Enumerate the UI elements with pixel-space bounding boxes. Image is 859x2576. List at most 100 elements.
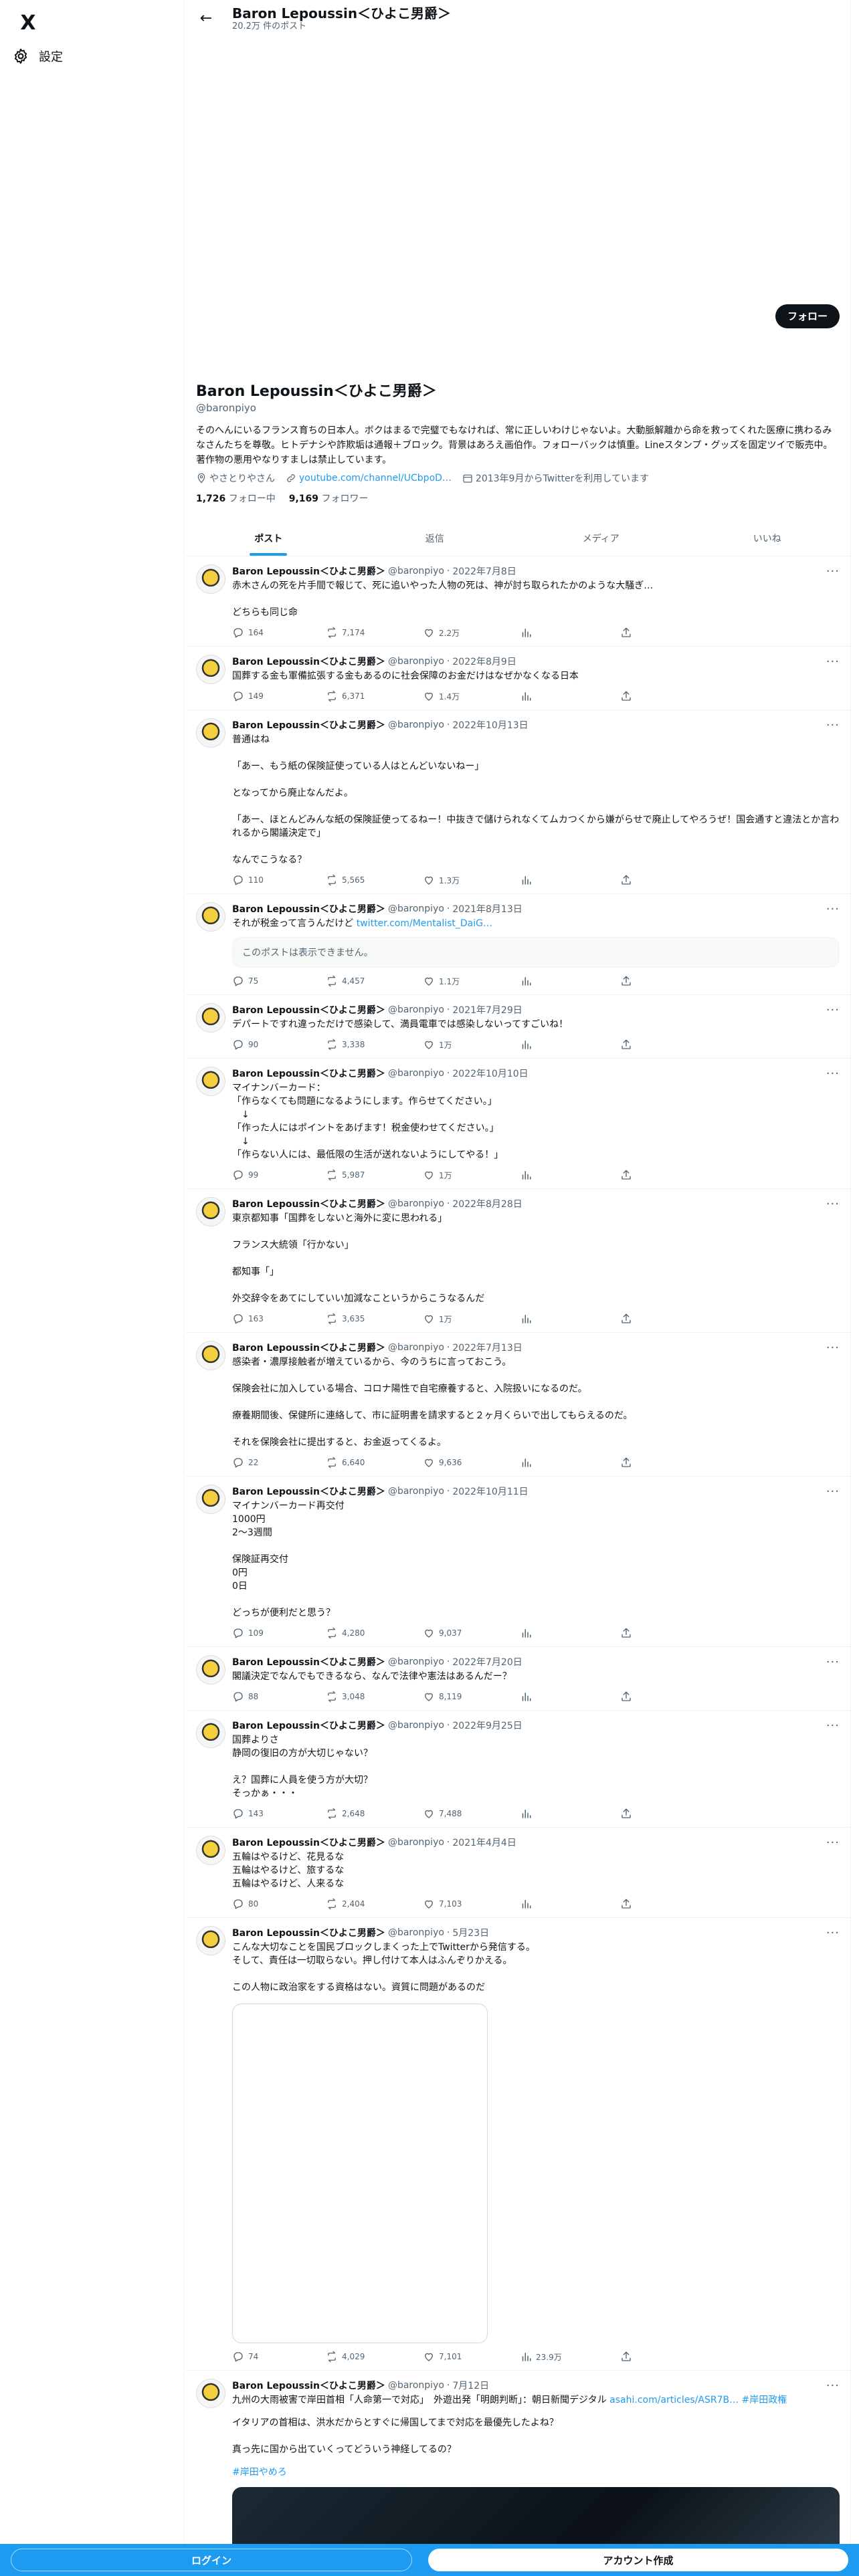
reply-button[interactable]: 110 — [232, 874, 326, 886]
hashtag[interactable]: #岸田やめろ — [232, 2466, 840, 2479]
reply-button[interactable]: 88 — [232, 1691, 326, 1703]
login-button[interactable]: ログイン — [11, 2549, 412, 2571]
reply-button[interactable]: 149 — [232, 690, 326, 702]
reply-button[interactable]: 164 — [232, 627, 326, 639]
views-button[interactable]: 23.9万 — [520, 2351, 620, 2363]
like-button[interactable]: 7,103 — [423, 1898, 520, 1910]
retweet-button[interactable]: 5,987 — [326, 1169, 423, 1181]
tweet-date[interactable]: 2022年7月13日 — [452, 1341, 522, 1354]
more-options-icon[interactable]: ··· — [826, 1719, 840, 1733]
tab-posts[interactable]: ポスト — [185, 521, 352, 556]
share-button[interactable] — [620, 1691, 632, 1703]
tweet-date[interactable]: 2022年9月25日 — [452, 1719, 522, 1732]
tweet[interactable]: ··· Baron Lepoussin＜ひよこ男爵＞ @baronpiyo · 2022… — [185, 556, 850, 647]
tweet-author-handle[interactable]: @baronpiyo — [388, 2380, 444, 2391]
share-button[interactable] — [620, 874, 632, 886]
hashtag[interactable]: #岸田政権 — [739, 2395, 787, 2405]
share-button[interactable] — [620, 1313, 632, 1325]
tweet-author-handle[interactable]: @baronpiyo — [388, 903, 444, 914]
tweet-date[interactable]: 2022年7月8日 — [452, 564, 516, 578]
tweet-date[interactable]: 2022年7月20日 — [452, 1655, 522, 1669]
share-button[interactable] — [620, 975, 632, 987]
views-button[interactable] — [520, 975, 620, 987]
reply-button[interactable]: 22 — [232, 1457, 326, 1469]
follow-button[interactable]: フォロー — [775, 304, 840, 328]
retweet-button[interactable]: 4,280 — [326, 1627, 423, 1639]
tweet-author-name[interactable]: Baron Lepoussin＜ひよこ男爵＞ — [232, 1719, 385, 1732]
tweet-author-name[interactable]: Baron Lepoussin＜ひよこ男爵＞ — [232, 1067, 385, 1080]
more-options-icon[interactable]: ··· — [826, 1926, 840, 1940]
reply-button[interactable]: 75 — [232, 975, 326, 987]
more-options-icon[interactable]: ··· — [826, 718, 840, 732]
tweet-date[interactable]: 2021年8月13日 — [452, 902, 522, 916]
tweet-author-handle[interactable]: @baronpiyo — [388, 1068, 444, 1079]
tweet[interactable]: ··· Baron Lepoussin＜ひよこ男爵＞ @baronpiyo · 2022… — [185, 1477, 850, 1647]
avatar[interactable] — [196, 564, 225, 594]
tweet-author-name[interactable]: Baron Lepoussin＜ひよこ男爵＞ — [232, 564, 385, 578]
retweet-button[interactable]: 3,635 — [326, 1313, 423, 1325]
tweet-link[interactable]: twitter.com/Mentalist_DaiG… — [357, 918, 492, 929]
tweet-media[interactable] — [232, 2004, 488, 2343]
tweet[interactable]: ··· Baron Lepoussin＜ひよこ男爵＞ @baronpiyo · 2021… — [185, 995, 850, 1059]
tweet-date[interactable]: 2022年10月13日 — [452, 718, 528, 732]
tweet-author-name[interactable]: Baron Lepoussin＜ひよこ男爵＞ — [232, 2379, 385, 2392]
views-button[interactable] — [520, 1808, 620, 1820]
tweet-date[interactable]: 2022年8月9日 — [452, 655, 516, 668]
views-button[interactable] — [520, 1691, 620, 1703]
share-button[interactable] — [620, 2351, 632, 2363]
tweet-author-handle[interactable]: @baronpiyo — [388, 720, 444, 730]
views-button[interactable] — [520, 874, 620, 886]
more-options-icon[interactable]: ··· — [826, 1067, 840, 1081]
more-options-icon[interactable]: ··· — [826, 1655, 840, 1669]
followers-stat[interactable]: 9,169 フォロワー — [289, 492, 369, 505]
reply-button[interactable]: 80 — [232, 1898, 326, 1910]
tab-likes[interactable]: いいね — [684, 521, 851, 556]
tweet-author-handle[interactable]: @baronpiyo — [388, 1837, 444, 1848]
avatar[interactable] — [196, 1655, 225, 1685]
tweet-author-handle[interactable]: @baronpiyo — [388, 1342, 444, 1353]
like-button[interactable]: 1万 — [423, 1169, 520, 1181]
tab-media[interactable]: メディア — [518, 521, 684, 556]
like-button[interactable]: 8,119 — [423, 1691, 520, 1703]
tweet-date[interactable]: 7月12日 — [452, 2379, 489, 2392]
views-button[interactable] — [520, 1169, 620, 1181]
more-options-icon[interactable]: ··· — [826, 902, 840, 916]
retweet-button[interactable]: 2,648 — [326, 1808, 423, 1820]
views-button[interactable] — [520, 690, 620, 702]
share-button[interactable] — [620, 627, 632, 639]
tweet-author-name[interactable]: Baron Lepoussin＜ひよこ男爵＞ — [232, 655, 385, 668]
tweet[interactable]: ··· Baron Lepoussin＜ひよこ男爵＞ @baronpiyo · 2022… — [185, 1647, 850, 1711]
retweet-button[interactable]: 3,338 — [326, 1039, 423, 1051]
share-button[interactable] — [620, 1039, 632, 1051]
tweet-author-name[interactable]: Baron Lepoussin＜ひよこ男爵＞ — [232, 902, 385, 916]
reply-button[interactable]: 143 — [232, 1808, 326, 1820]
settings-link[interactable]: 設定 — [12, 43, 63, 70]
views-button[interactable] — [520, 1627, 620, 1639]
avatar[interactable] — [196, 1836, 225, 1865]
like-button[interactable]: 9,037 — [423, 1627, 520, 1639]
avatar[interactable] — [196, 1719, 225, 1748]
tweet[interactable]: ··· Baron Lepoussin＜ひよこ男爵＞ @baronpiyo · 2021… — [185, 894, 850, 995]
avatar[interactable] — [196, 1003, 225, 1033]
tweet-date[interactable]: 2022年10月11日 — [452, 1485, 528, 1498]
more-options-icon[interactable]: ··· — [826, 1341, 840, 1355]
tweet-date[interactable]: 5月23日 — [452, 1926, 489, 1939]
tweet[interactable]: ··· Baron Lepoussin＜ひよこ男爵＞ @baronpiyo · 2022… — [185, 1711, 850, 1828]
back-arrow-icon[interactable]: ← — [195, 7, 217, 30]
tweet-author-handle[interactable]: @baronpiyo — [388, 1004, 444, 1015]
tweet-author-name[interactable]: Baron Lepoussin＜ひよこ男爵＞ — [232, 1926, 385, 1939]
tweet-date[interactable]: 2022年8月28日 — [452, 1197, 522, 1210]
avatar[interactable] — [196, 2379, 225, 2408]
tweet-date[interactable]: 2021年7月29日 — [452, 1003, 522, 1016]
tweet-author-name[interactable]: Baron Lepoussin＜ひよこ男爵＞ — [232, 1485, 385, 1498]
tweet[interactable]: ··· Baron Lepoussin＜ひよこ男爵＞ @baronpiyo · 2022… — [185, 1059, 850, 1189]
reply-button[interactable]: 99 — [232, 1169, 326, 1181]
views-button[interactable] — [520, 1898, 620, 1910]
tweet-date[interactable]: 2022年10月10日 — [452, 1067, 528, 1080]
like-button[interactable]: 1.3万 — [423, 874, 520, 886]
more-options-icon[interactable]: ··· — [826, 1485, 840, 1499]
more-options-icon[interactable]: ··· — [826, 655, 840, 669]
tweet-author-handle[interactable]: @baronpiyo — [388, 1656, 444, 1667]
views-button[interactable] — [520, 1313, 620, 1325]
tweet-link[interactable]: asahi.com/articles/ASR7B… — [609, 2395, 739, 2405]
